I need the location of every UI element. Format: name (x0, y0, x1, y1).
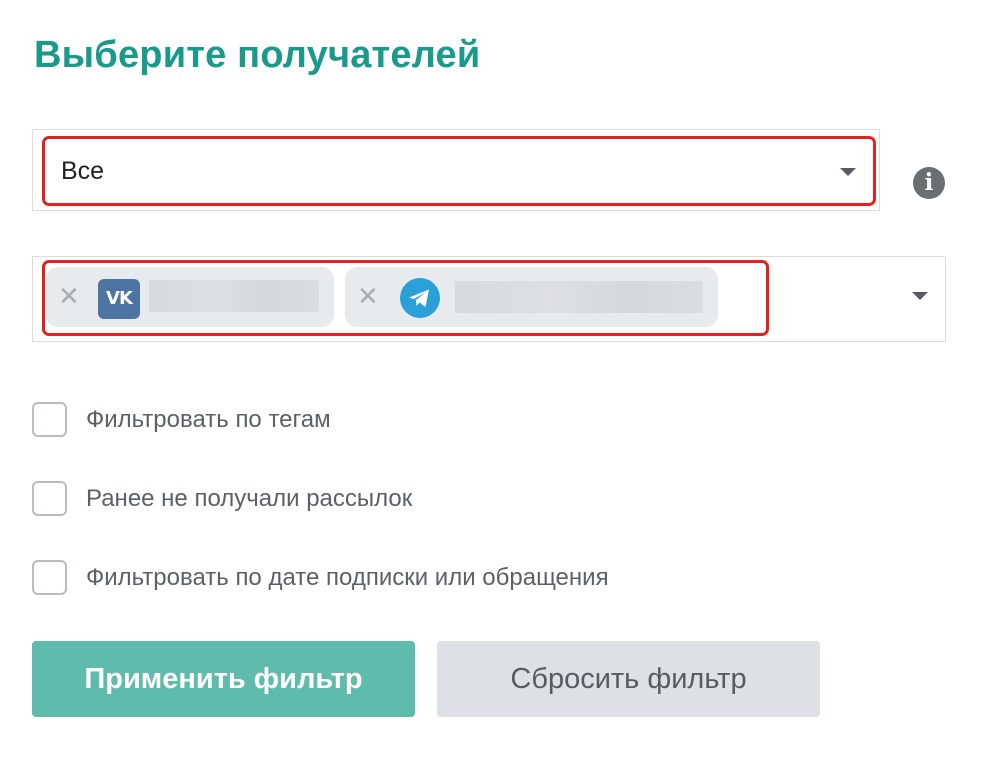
channel-name-redacted (149, 280, 319, 312)
channel-chip-telegram: ✕ (345, 267, 718, 327)
channel-name-redacted (455, 281, 703, 313)
info-icon[interactable]: i (913, 167, 945, 199)
page-title: Выберите получателей (34, 34, 481, 76)
filter-by-date-checkbox[interactable] (32, 560, 67, 595)
filter-by-date-label: Фильтровать по дате подписки или обращен… (86, 564, 609, 591)
filter-by-tags-label: Фильтровать по тегам (86, 406, 331, 433)
chevron-down-icon (840, 168, 856, 176)
vk-icon: VK (98, 279, 140, 319)
channel-chip-vk: ✕ VK (46, 267, 334, 327)
recipients-select[interactable]: Все (42, 136, 876, 206)
telegram-icon (400, 278, 440, 318)
vk-icon-glyph: VK (106, 288, 133, 309)
remove-chip-icon[interactable]: ✕ (357, 281, 379, 311)
never-received-label: Ранее не получали рассылок (86, 485, 413, 512)
recipients-select-value: Все (61, 157, 105, 185)
chevron-down-icon (912, 292, 928, 300)
remove-chip-icon[interactable]: ✕ (58, 281, 80, 311)
never-received-checkbox[interactable] (32, 481, 67, 516)
reset-filter-button[interactable]: Сбросить фильтр (437, 641, 820, 717)
apply-filter-button[interactable]: Применить фильтр (32, 641, 415, 717)
filter-by-tags-checkbox[interactable] (32, 402, 67, 437)
